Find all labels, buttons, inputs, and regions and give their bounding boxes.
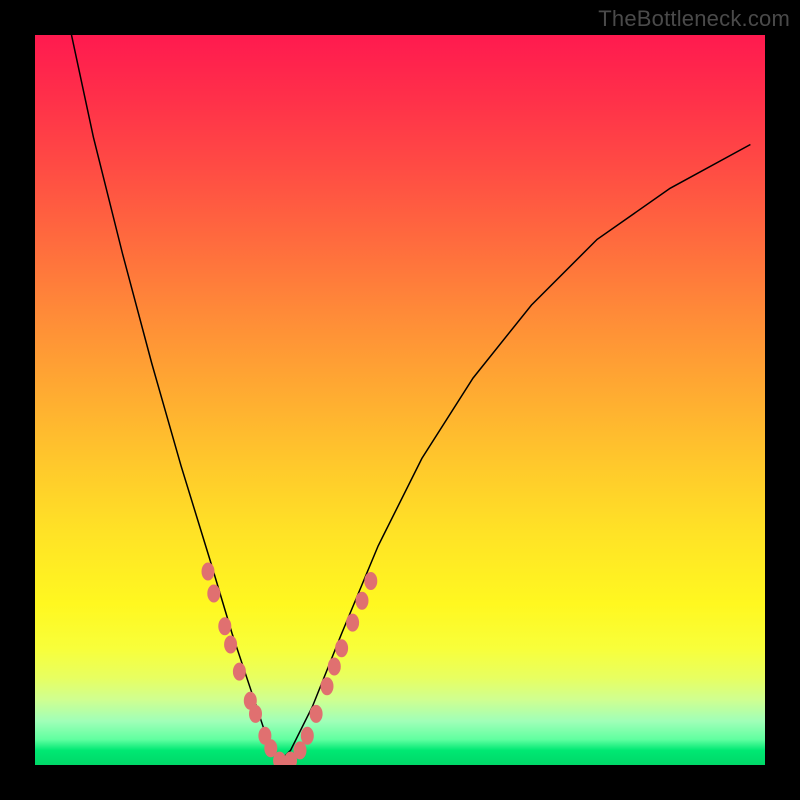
- bottleneck-curve: [72, 35, 751, 761]
- curve-bead: [207, 585, 220, 603]
- curve-bead: [224, 636, 237, 654]
- chart-frame: TheBottleneck.com: [0, 0, 800, 800]
- curve-bead: [321, 677, 334, 695]
- curve-bead: [249, 705, 262, 723]
- curve-bead: [301, 727, 314, 745]
- curve-bead: [310, 705, 323, 723]
- curve-bead: [335, 639, 348, 657]
- curve-svg: [35, 35, 765, 765]
- plot-area: [35, 35, 765, 765]
- curve-bead: [364, 572, 377, 590]
- bead-group: [202, 563, 378, 766]
- curve-bead: [233, 663, 246, 681]
- curve-bead: [356, 592, 369, 610]
- watermark-text: TheBottleneck.com: [598, 6, 790, 32]
- curve-bead: [202, 563, 215, 581]
- curve-bead: [218, 617, 231, 635]
- curve-bead: [328, 658, 341, 676]
- curve-bead: [346, 614, 359, 632]
- curve-bead: [294, 741, 307, 759]
